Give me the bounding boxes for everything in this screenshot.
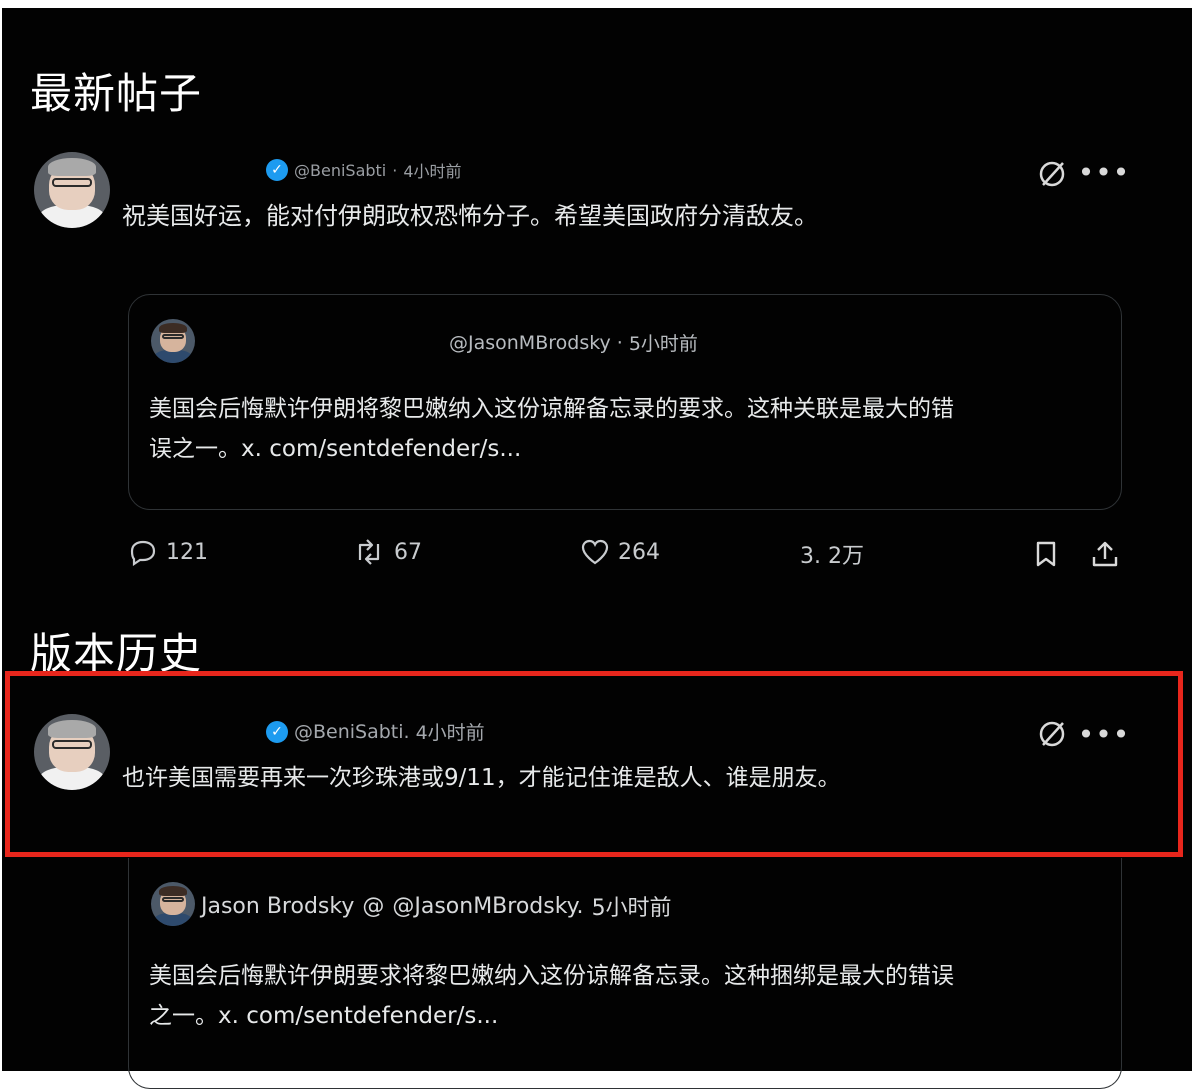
quoted-post-card[interactable]: @JasonMBrodsky · 5小时前 美国会后悔默许伊朗将黎巴嫩纳入这份谅… bbox=[128, 294, 1122, 510]
quoted-time[interactable]: 5小时前 bbox=[592, 890, 672, 922]
share-icon[interactable] bbox=[1088, 538, 1122, 570]
quoted-avatar[interactable] bbox=[151, 319, 195, 363]
meta-separator: · bbox=[392, 160, 398, 180]
avatar[interactable] bbox=[34, 152, 110, 228]
quoted-avatar[interactable] bbox=[151, 882, 195, 926]
quoted-text-line-2[interactable]: 误之一。x. com/sentdefender/s... bbox=[149, 429, 521, 469]
verified-badge-icon: ✓ bbox=[266, 159, 288, 181]
retweet-button[interactable]: 67 bbox=[352, 538, 422, 566]
retweet-icon bbox=[358, 539, 380, 565]
highlight-frame bbox=[5, 671, 1183, 857]
at-sign: @ bbox=[362, 893, 385, 919]
quoted-meta: Jason Brodsky @ @JasonMBrodsky. 5小时前 bbox=[201, 890, 672, 922]
reply-button[interactable]: 121 bbox=[128, 538, 208, 566]
quoted-time[interactable]: 5小时前 bbox=[629, 329, 698, 356]
quoted-meta: @JasonMBrodsky · 5小时前 bbox=[449, 329, 698, 356]
quoted-text-line-2[interactable]: 之一。x. com/sentdefender/s... bbox=[149, 996, 498, 1036]
post-text: 祝美国好运，能对付伊朗政权恐怖分子。希望美国政府分清敌友。 bbox=[122, 202, 818, 230]
post-handle[interactable]: @BeniSabti bbox=[294, 161, 386, 180]
quoted-text-line-1: 美国会后悔默许伊朗要求将黎巴嫩纳入这份谅解备忘录。这种捆绑是最大的错误 bbox=[149, 963, 954, 989]
post-time[interactable]: 4小时前 bbox=[403, 158, 461, 182]
views-value: 3. 2万 bbox=[800, 544, 864, 569]
quoted-post-card[interactable]: Jason Brodsky @ @JasonMBrodsky. 5小时前 美国会… bbox=[128, 858, 1122, 1089]
quoted-author-name[interactable]: Jason Brodsky bbox=[201, 894, 354, 919]
reply-icon bbox=[130, 540, 156, 566]
quoted-handle[interactable]: @JasonMBrodsky bbox=[449, 332, 611, 354]
more-icon[interactable]: ••• bbox=[1078, 158, 1130, 188]
quoted-handle[interactable]: @JasonMBrodsky. bbox=[392, 894, 583, 919]
reply-count: 121 bbox=[166, 539, 208, 565]
grok-icon[interactable] bbox=[1032, 156, 1072, 192]
heart-icon bbox=[581, 539, 609, 565]
like-button[interactable]: 264 bbox=[580, 538, 660, 566]
quoted-text-line-1: 美国会后悔默许伊朗将黎巴嫩纳入这份谅解备忘录的要求。这种关联是最大的错 bbox=[149, 396, 954, 422]
views-count[interactable]: 3. 2万 bbox=[800, 538, 864, 570]
like-count: 264 bbox=[618, 539, 660, 565]
latest-posts-title: 最新帖子 bbox=[30, 69, 203, 118]
retweet-count: 67 bbox=[394, 539, 422, 565]
screen: 最新帖子 ✓ @BeniSabti · 4小时前 ••• 祝美国好运，能对付伊朗… bbox=[2, 8, 1192, 1089]
bookmark-icon[interactable] bbox=[1030, 538, 1062, 570]
post-meta: ✓ @BeniSabti · 4小时前 bbox=[266, 158, 462, 182]
meta-separator: · bbox=[616, 331, 623, 354]
